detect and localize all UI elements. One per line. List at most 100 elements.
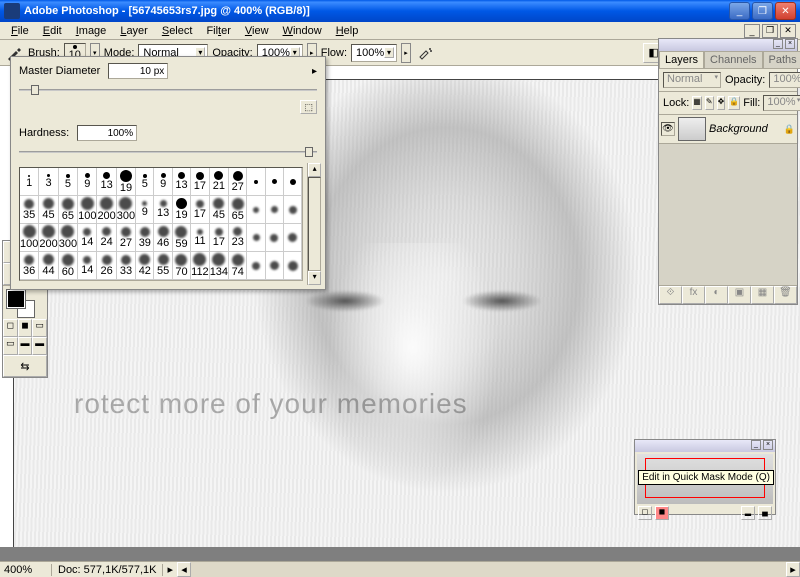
brush-preset-cell[interactable]: 35 — [20, 196, 39, 224]
link-layers-icon[interactable]: ⟐ — [659, 286, 682, 304]
layer-style-icon[interactable]: fx — [682, 286, 705, 304]
brush-preset-cell[interactable] — [247, 196, 265, 224]
nav-zoom-out-icon[interactable]: ▂ — [741, 506, 755, 520]
screen-mode-icon[interactable]: ▭ — [32, 319, 47, 337]
nav-std-icon[interactable]: ◻ — [638, 506, 652, 520]
layer-opacity-input[interactable]: 100% — [769, 72, 800, 88]
brush-preset-cell[interactable]: 11 — [191, 224, 210, 252]
menu-help[interactable]: Help — [329, 23, 366, 39]
brush-preset-cell[interactable]: 14 — [78, 252, 97, 280]
layer-mask-icon[interactable]: ◐ — [705, 286, 728, 304]
screen-std-icon[interactable]: ▭ — [3, 337, 18, 355]
brush-preset-cell[interactable] — [247, 224, 265, 252]
close-button[interactable]: ✕ — [775, 2, 796, 20]
brush-preset-cell[interactable]: 65 — [59, 196, 78, 224]
brush-preset-cell[interactable]: 17 — [191, 196, 210, 224]
brush-preset-cell[interactable]: 17 — [191, 168, 210, 196]
minimize-button[interactable]: _ — [729, 2, 750, 20]
brush-preset-cell[interactable]: 300 — [59, 224, 78, 252]
master-diameter-slider[interactable] — [19, 85, 317, 95]
menu-filter[interactable]: Filter — [199, 23, 237, 39]
menu-image[interactable]: Image — [69, 23, 114, 39]
lock-position-icon[interactable]: ✥ — [717, 96, 726, 110]
brush-preset-cell[interactable]: 200 — [97, 196, 116, 224]
zoom-level[interactable]: 400% — [0, 564, 52, 576]
layer-thumbnail[interactable] — [678, 117, 706, 141]
menu-select[interactable]: Select — [155, 23, 200, 39]
menu-window[interactable]: Window — [276, 23, 329, 39]
standard-mode-icon[interactable]: ◻ — [3, 319, 18, 337]
brush-preset-cell[interactable] — [266, 168, 284, 196]
brush-preset-cell[interactable]: 17 — [210, 224, 229, 252]
menu-layer[interactable]: Layer — [113, 23, 155, 39]
new-layer-icon[interactable]: ▦ — [751, 286, 774, 304]
palette-minimize-icon[interactable]: _ — [773, 39, 783, 49]
screen-full-menu-icon[interactable]: ▬ — [18, 337, 33, 355]
doc-minimize-button[interactable]: _ — [744, 24, 760, 38]
brush-preset-cell[interactable] — [266, 196, 284, 224]
brush-preset-cell[interactable]: 70 — [173, 252, 191, 280]
panel-menu-icon[interactable]: ▸ — [312, 66, 317, 77]
imageready-icon[interactable]: ⇆ — [3, 355, 47, 377]
brush-preset-cell[interactable]: 13 — [173, 168, 191, 196]
brush-preset-cell[interactable]: 55 — [154, 252, 172, 280]
brush-preset-cell[interactable]: 24 — [97, 224, 116, 252]
tab-paths[interactable]: Paths — [763, 51, 800, 69]
brush-preset-cell[interactable]: 100 — [78, 196, 97, 224]
brush-preset-cell[interactable]: 46 — [154, 224, 172, 252]
menu-view[interactable]: View — [238, 23, 276, 39]
brush-preset-cell[interactable]: 44 — [39, 252, 58, 280]
brush-preset-cell[interactable]: 65 — [229, 196, 247, 224]
brush-preset-cell[interactable]: 3 — [39, 168, 58, 196]
brush-preset-cell[interactable] — [284, 196, 302, 224]
brush-preset-cell[interactable]: 45 — [210, 196, 229, 224]
menu-edit[interactable]: Edit — [36, 23, 69, 39]
brush-preset-cell[interactable]: 60 — [59, 252, 78, 280]
visibility-icon[interactable]: 👁 — [661, 122, 675, 136]
doc-size[interactable]: Doc: 577,1K/577,1K — [52, 564, 163, 576]
brush-preset-cell[interactable] — [284, 252, 302, 280]
new-group-icon[interactable]: ▣ — [728, 286, 751, 304]
brush-preset-cell[interactable]: 19 — [173, 196, 191, 224]
brush-preset-cell[interactable]: 1 — [20, 168, 39, 196]
doc-size-menu-icon[interactable]: ▸ — [163, 563, 177, 576]
brush-preset-cell[interactable]: 13 — [154, 196, 172, 224]
brush-preset-cell[interactable]: 13 — [97, 168, 116, 196]
lock-image-icon[interactable]: ✎ — [705, 96, 714, 110]
fill-input[interactable]: 100% — [763, 95, 800, 111]
hardness-input[interactable] — [77, 125, 137, 141]
brush-preset-cell[interactable]: 19 — [117, 168, 136, 196]
brush-preset-cell[interactable]: 74 — [229, 252, 247, 280]
menu-file[interactable]: File — [4, 23, 36, 39]
doc-restore-button[interactable]: ❐ — [762, 24, 778, 38]
master-diameter-input[interactable] — [108, 63, 168, 79]
brush-preset-cell[interactable] — [266, 224, 284, 252]
brush-preset-cell[interactable] — [284, 224, 302, 252]
lock-all-icon[interactable]: 🔒 — [728, 96, 740, 110]
palette-close-icon[interactable]: × — [785, 39, 795, 49]
brush-preset-cell[interactable]: 134 — [210, 252, 229, 280]
doc-close-button[interactable]: ✕ — [780, 24, 796, 38]
brush-preset-cell[interactable]: 45 — [39, 196, 58, 224]
nav-min-icon[interactable]: _ — [751, 440, 761, 450]
brush-preset-cell[interactable]: 9 — [136, 196, 154, 224]
brush-preset-cell[interactable]: 14 — [78, 224, 97, 252]
brush-preset-cell[interactable] — [247, 168, 265, 196]
airbrush-icon[interactable] — [415, 43, 435, 63]
brush-preset-cell[interactable]: 300 — [117, 196, 136, 224]
brush-preset-cell[interactable]: 9 — [154, 168, 172, 196]
brush-preset-cell[interactable] — [266, 252, 284, 280]
brush-preset-cell[interactable]: 21 — [210, 168, 229, 196]
layer-row[interactable]: 👁 Background 🔒 — [659, 115, 797, 144]
flow-input[interactable]: 100% — [351, 44, 397, 62]
brush-preset-cell[interactable]: 9 — [78, 168, 97, 196]
nav-qm-icon[interactable]: ◼ — [655, 506, 669, 520]
brush-preset-cell[interactable]: 26 — [97, 252, 116, 280]
brush-preset-cell[interactable]: 200 — [39, 224, 58, 252]
tab-channels[interactable]: Channels — [704, 51, 762, 69]
brush-preset-cell[interactable]: 59 — [173, 224, 191, 252]
brush-preset-cell[interactable]: 33 — [117, 252, 136, 280]
brush-preset-cell[interactable]: 23 — [229, 224, 247, 252]
flow-dropdown[interactable]: ▸ — [401, 43, 411, 63]
hardness-slider[interactable] — [19, 147, 317, 157]
